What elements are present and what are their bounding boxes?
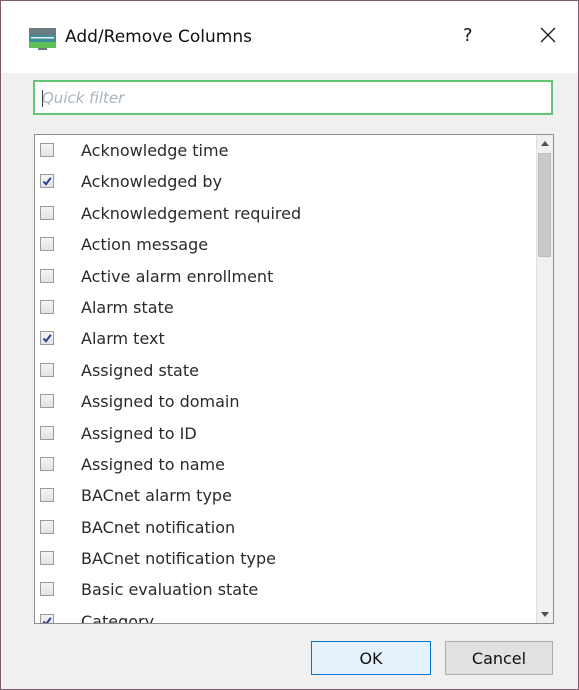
column-checkbox[interactable] <box>40 205 54 220</box>
column-list-item[interactable]: Alarm state <box>35 292 538 323</box>
column-list-item[interactable]: Alarm text <box>35 323 538 354</box>
column-list-item[interactable]: Assigned to ID <box>35 418 538 449</box>
columns-list[interactable]: Acknowledge time Acknowledged by Acknowled… <box>34 134 554 624</box>
column-list-item[interactable]: Basic evaluation state <box>35 574 538 605</box>
column-label: Assigned to domain <box>81 392 240 412</box>
column-checkbox[interactable] <box>40 331 54 346</box>
column-checkbox[interactable] <box>40 268 54 283</box>
scroll-down-button[interactable] <box>537 606 553 623</box>
column-list-item[interactable]: Active alarm enrollment <box>35 261 538 292</box>
column-list-item[interactable]: Assigned to domain <box>35 386 538 417</box>
column-list-item[interactable]: Assigned state <box>35 355 538 386</box>
quick-filter-field[interactable] <box>33 80 553 115</box>
add-remove-columns-dialog: Add/Remove Columns ? Acknowledge timeAck… <box>0 0 579 690</box>
column-list-item[interactable]: BACnet notification <box>35 512 538 543</box>
columns-list-rows: Acknowledge time Acknowledged by Acknowled… <box>35 135 538 624</box>
check-icon <box>42 177 52 187</box>
column-checkbox[interactable] <box>40 237 54 252</box>
column-label: Acknowledged by <box>81 172 223 192</box>
check-icon <box>42 334 52 344</box>
check-icon <box>42 617 52 623</box>
column-checkbox[interactable] <box>40 299 54 314</box>
column-list-item[interactable]: Acknowledgement required <box>35 198 538 229</box>
scrollbar-thumb[interactable] <box>538 153 551 257</box>
column-list-item[interactable]: Action message <box>35 229 538 260</box>
column-list-item[interactable]: Acknowledge time <box>35 135 538 166</box>
ok-button[interactable]: OK <box>311 641 431 675</box>
column-label: Assigned state <box>81 360 199 380</box>
column-label: Assigned to name <box>81 454 225 474</box>
close-icon <box>540 27 556 43</box>
column-label: Action message <box>81 235 209 255</box>
column-label: BACnet notification <box>81 517 236 537</box>
close-button[interactable] <box>531 17 565 51</box>
column-label: Category <box>81 611 155 624</box>
quick-filter-input[interactable] <box>35 82 551 113</box>
column-label: Assigned to ID <box>81 423 197 443</box>
column-list-item[interactable]: Category <box>35 606 538 624</box>
text-caret <box>42 90 43 107</box>
column-checkbox[interactable] <box>40 362 54 377</box>
column-checkbox[interactable] <box>40 551 54 566</box>
column-list-item[interactable]: Acknowledged by <box>35 166 538 197</box>
column-checkbox[interactable] <box>40 519 54 534</box>
column-label: Basic evaluation state <box>81 580 259 600</box>
column-label: Alarm text <box>81 329 165 349</box>
app-window-icon <box>29 28 56 50</box>
column-checkbox[interactable] <box>40 174 54 189</box>
dialog-title: Add/Remove Columns <box>65 27 252 47</box>
column-checkbox[interactable] <box>40 456 54 471</box>
column-label: BACnet alarm type <box>81 486 232 506</box>
column-checkbox[interactable] <box>40 394 54 409</box>
arrow-up-icon <box>541 141 549 146</box>
cancel-button[interactable]: Cancel <box>445 641 553 675</box>
column-list-item[interactable]: BACnet notification type <box>35 543 538 574</box>
column-label: Alarm state <box>81 297 174 317</box>
column-checkbox[interactable] <box>40 425 54 440</box>
column-checkbox[interactable] <box>40 143 54 157</box>
column-label: Acknowledge time <box>81 141 229 160</box>
help-button[interactable]: ? <box>463 25 473 46</box>
scroll-up-button[interactable] <box>537 135 553 152</box>
column-label: Active alarm enrollment <box>81 266 274 286</box>
column-label: BACnet notification type <box>81 549 276 569</box>
column-label: Acknowledgement required <box>81 203 302 223</box>
column-list-item[interactable]: BACnet alarm type <box>35 480 538 511</box>
column-list-item[interactable]: Assigned to name <box>35 449 538 480</box>
column-checkbox[interactable] <box>40 613 54 623</box>
column-checkbox[interactable] <box>40 582 54 597</box>
column-checkbox[interactable] <box>40 488 54 503</box>
title-bar[interactable]: Add/Remove Columns ? <box>1 1 578 73</box>
vertical-scrollbar[interactable] <box>536 135 553 623</box>
arrow-down-icon <box>541 612 549 617</box>
